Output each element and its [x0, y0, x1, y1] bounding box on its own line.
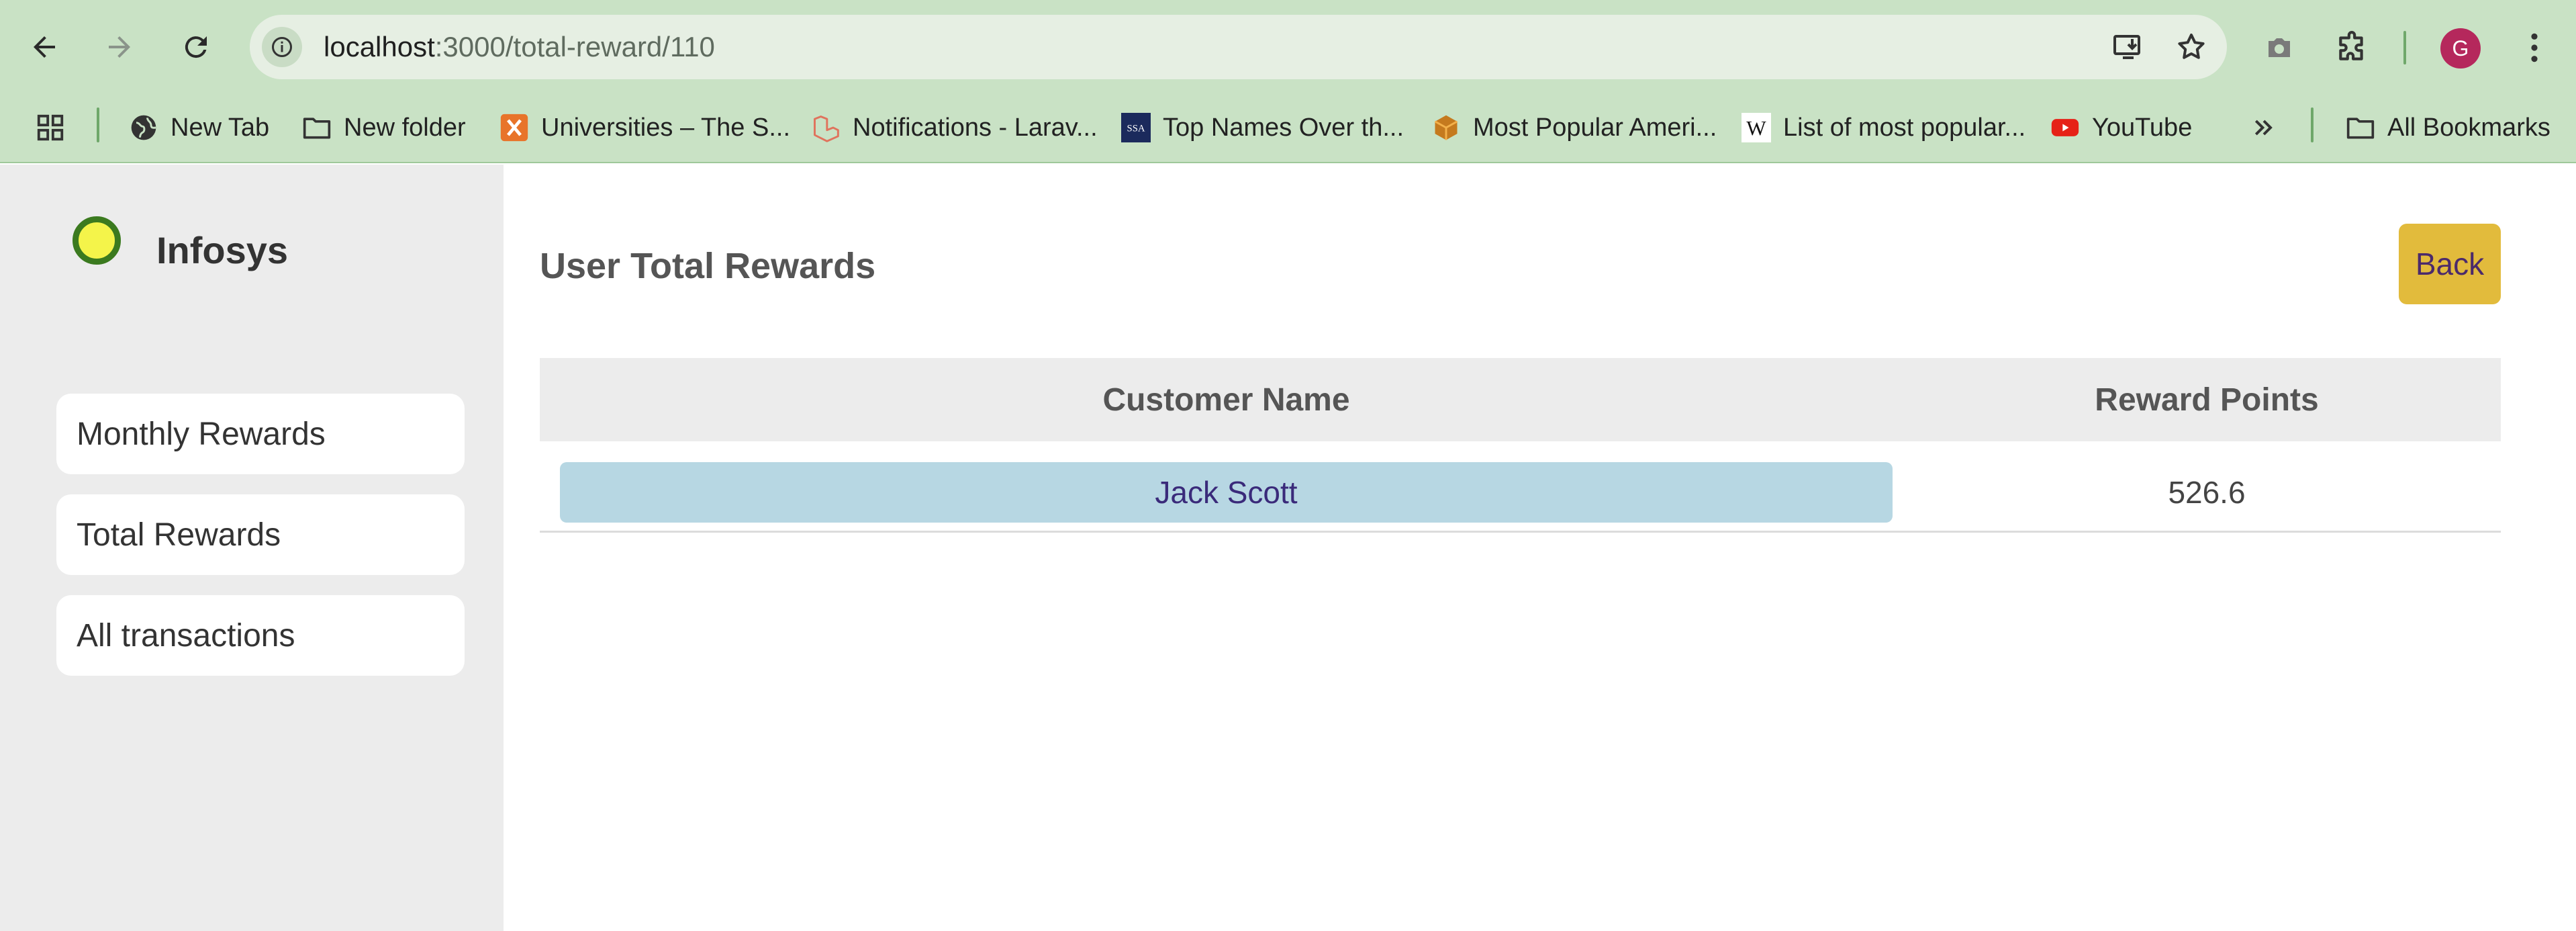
apps-grid-icon[interactable]	[35, 106, 66, 149]
xampp-icon	[499, 113, 529, 142]
page-title: User Total Rewards	[540, 246, 876, 286]
folder-icon	[2346, 113, 2375, 142]
install-app-icon[interactable]	[2108, 27, 2148, 67]
bookmark-label: YouTube	[2092, 113, 2193, 142]
ssa-icon: SSA	[1121, 113, 1151, 142]
camera-icon[interactable]	[2258, 27, 2300, 69]
more-menu-icon[interactable]	[2514, 27, 2555, 69]
youtube-icon	[2050, 113, 2080, 142]
bookmark-label: Universities – The S...	[541, 113, 791, 142]
bookmark-new-folder[interactable]: New folder	[302, 106, 466, 149]
table-row: Jack Scott 526.6	[540, 441, 2501, 533]
bookmark-notifications-laravel[interactable]: Notifications - Larav...	[811, 106, 1098, 149]
bookmarks-bar: New Tab New folder Universities – The S.…	[0, 94, 2576, 161]
brand-logo-icon	[73, 216, 121, 265]
bookmark-most-popular[interactable]: Most Popular Ameri...	[1431, 106, 1717, 149]
bookmark-top-names[interactable]: SSA Top Names Over th...	[1121, 106, 1404, 149]
all-bookmarks-button[interactable]: All Bookmarks	[2346, 106, 2550, 149]
column-header-reward-points: Reward Points	[2095, 382, 2319, 418]
bookmark-youtube[interactable]: YouTube	[2050, 106, 2192, 149]
svg-text:SSA: SSA	[1127, 124, 1145, 134]
sidebar-item-all-transactions[interactable]: All transactions	[56, 595, 465, 676]
folder-icon	[302, 113, 332, 142]
toolbar-divider	[2403, 31, 2406, 64]
bookmark-list-most-popular[interactable]: W List of most popular...	[1742, 106, 2025, 149]
site-info-icon[interactable]	[262, 27, 302, 67]
box-icon	[1431, 113, 1461, 142]
sidebar-item-monthly-rewards[interactable]: Monthly Rewards	[56, 394, 465, 474]
reward-points-cell: 526.6	[2168, 475, 2246, 510]
url-text: localhost:3000/total-reward/110	[324, 31, 715, 63]
wikipedia-icon: W	[1742, 113, 1771, 142]
bookmark-universities[interactable]: Universities – The S...	[499, 106, 790, 149]
laravel-icon	[811, 113, 841, 142]
reload-icon[interactable]	[169, 20, 223, 74]
bookmarks-divider	[2311, 107, 2313, 142]
bookmark-label: Top Names Over th...	[1163, 113, 1404, 142]
bookmark-label: New folder	[344, 113, 466, 142]
all-bookmarks-label: All Bookmarks	[2387, 113, 2550, 142]
extensions-icon[interactable]	[2331, 27, 2373, 69]
forward-arrow-icon[interactable]	[93, 20, 146, 74]
bookmark-label: Most Popular Ameri...	[1473, 113, 1717, 142]
bookmark-star-icon[interactable]	[2171, 27, 2211, 67]
url-host: localhost	[324, 31, 435, 62]
brand-name: Infosys	[156, 229, 289, 271]
browser-toolbar: localhost:3000/total-reward/110 G	[0, 0, 2576, 94]
bookmarks-divider	[97, 107, 99, 142]
table-header: Customer Name Reward Points	[540, 358, 2501, 441]
url-path: :3000/total-reward/110	[434, 31, 715, 62]
globe-icon	[129, 113, 158, 142]
bookmark-label: New Tab	[171, 113, 270, 142]
column-header-customer-name: Customer Name	[1102, 382, 1350, 418]
bookmark-label: Notifications - Larav...	[853, 113, 1098, 142]
bookmark-label: List of most popular...	[1783, 113, 2026, 142]
more-bookmarks-chevron-icon[interactable]	[2250, 106, 2277, 149]
back-arrow-icon[interactable]	[17, 20, 71, 74]
browser-chrome: localhost:3000/total-reward/110 G New Ta…	[0, 0, 2576, 163]
svg-text:W: W	[1746, 116, 1766, 140]
customer-name-cell[interactable]: Jack Scott	[560, 462, 1893, 523]
sidebar-item-total-rewards[interactable]: Total Rewards	[56, 494, 465, 575]
profile-avatar[interactable]: G	[2440, 28, 2481, 69]
address-bar[interactable]: localhost:3000/total-reward/110	[250, 15, 2227, 79]
back-button[interactable]: Back	[2399, 224, 2501, 304]
bookmark-new-tab[interactable]: New Tab	[129, 106, 269, 149]
